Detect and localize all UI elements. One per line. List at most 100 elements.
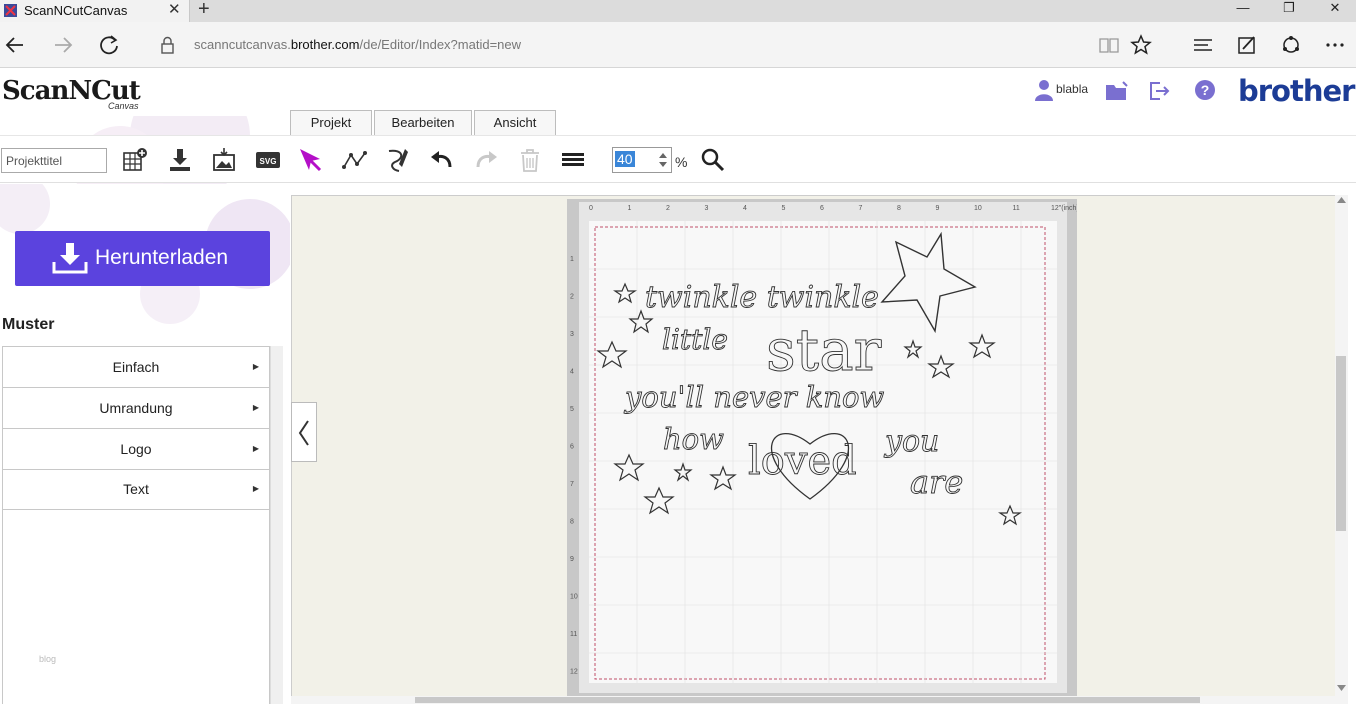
category-umrandung[interactable]: Umrandung ▶ — [3, 388, 269, 429]
ruler-left-label: 4 — [570, 369, 574, 376]
tab-title: ScanNCutCanvas — [24, 3, 128, 18]
caret-right-icon: ▶ — [252, 362, 259, 371]
vertical-scroll-thumb[interactable] — [1336, 356, 1346, 531]
ruler-left-label: 8 — [570, 519, 574, 526]
ruler-top-label: 7 — [859, 205, 863, 212]
tab-bearbeiten[interactable]: Bearbeiten — [374, 110, 472, 135]
ruler-top-label: 2 — [666, 205, 670, 212]
help-icon[interactable]: ? — [1194, 79, 1216, 101]
text-twinkle: twinkle twinkle — [645, 280, 879, 315]
category-label: Text — [123, 481, 149, 497]
tab-ansicht[interactable]: Ansicht — [474, 110, 556, 135]
restore-icon[interactable]: ❐ — [1266, 0, 1312, 22]
forward-icon[interactable] — [50, 32, 76, 58]
pattern-category-list: Einfach ▶ Umrandung ▶ Logo ▶ Text ▶ — [2, 346, 270, 704]
caret-right-icon: ▶ — [252, 444, 259, 453]
ruler-left-label: 11 — [570, 631, 577, 638]
ruler-left-label: 12 — [570, 669, 578, 676]
download-icon — [52, 243, 88, 274]
text-are: are — [910, 463, 963, 501]
new-grid-add-icon[interactable] — [121, 146, 149, 174]
text-never-know: you'll never know — [623, 380, 884, 414]
project-title-input[interactable] — [1, 148, 107, 173]
minimize-icon[interactable]: — — [1220, 0, 1266, 22]
svg-import-icon[interactable]: SVG — [254, 146, 282, 174]
caret-right-icon: ▶ — [252, 403, 259, 412]
download-button[interactable]: Herunterladen — [15, 231, 270, 286]
ruler-top-label: 10 — [974, 205, 982, 212]
category-label: Einfach — [112, 359, 160, 375]
lock-icon — [161, 36, 174, 54]
text-how: how — [663, 422, 724, 456]
node-edit-icon[interactable] — [341, 146, 369, 174]
share-icon[interactable] — [1278, 32, 1304, 58]
zoom-stepper[interactable]: 40 — [612, 147, 672, 173]
zoom-percent-label: % — [675, 154, 688, 170]
chevron-left-icon — [298, 420, 309, 446]
pattern-sidebar: Herunterladen Muster Einfach ▶ Umrandung… — [0, 184, 290, 704]
muster-section-title: Muster — [2, 316, 55, 333]
sidebar-scrollbar[interactable] — [270, 346, 283, 704]
refresh-icon[interactable] — [96, 32, 122, 58]
ruler-top-label: 6 — [820, 205, 824, 212]
zoom-spin-icon[interactable] — [657, 150, 669, 170]
browser-tab[interactable]: ScanNCutCanvas ✕ — [0, 0, 190, 22]
site-favicon-icon — [4, 4, 17, 17]
category-logo[interactable]: Logo ▶ — [3, 429, 269, 470]
favorite-star-icon[interactable] — [1128, 32, 1154, 58]
ruler-left-label: 7 — [570, 481, 574, 488]
ruler-top-label: 8 — [897, 205, 901, 212]
category-label: Logo — [120, 441, 152, 457]
ruler-top-label: 11 — [1013, 205, 1020, 212]
window-close-icon[interactable]: ✕ — [1312, 0, 1356, 22]
web-note-icon[interactable] — [1234, 32, 1260, 58]
ruler-top-label: 9 — [936, 205, 940, 212]
import-image-icon[interactable] — [210, 146, 238, 174]
username-label[interactable]: blabla — [1056, 82, 1088, 96]
svg-text:?: ? — [1201, 82, 1210, 98]
hub-menu-icon[interactable] — [1190, 32, 1216, 58]
scroll-up-icon[interactable] — [1337, 197, 1346, 203]
save-download-icon[interactable] — [166, 146, 194, 174]
canvas-workspace[interactable]: 0 1 2 3 4 5 6 7 8 9 10 11 12"(inch) 1 2 3 4 5 6 7 8 9 10 11 12 — [291, 195, 1335, 704]
logout-icon[interactable] — [1148, 80, 1170, 102]
app-header: ScanNCut Canvas Projekt Bearbeiten Ansic… — [0, 68, 1356, 266]
zoom-search-icon[interactable] — [699, 146, 727, 174]
text-little: little — [662, 323, 728, 356]
tab-close-icon[interactable]: ✕ — [168, 0, 181, 18]
address-field[interactable]: scanncutcanvas.brother.com/de/Editor/Ind… — [194, 37, 521, 52]
cutting-mat[interactable]: 0 1 2 3 4 5 6 7 8 9 10 11 12"(inch) 123456789101112 — [567, 199, 1077, 699]
ruler-left-label: 2 — [570, 294, 574, 301]
draw-curve-icon[interactable] — [385, 146, 413, 174]
tab-projekt[interactable]: Projekt — [290, 110, 372, 135]
category-einfach[interactable]: Einfach ▶ — [3, 347, 269, 388]
svg-text:SVG: SVG — [260, 157, 277, 166]
ruler-left-label: 3 — [570, 331, 574, 338]
text-star: star — [766, 316, 882, 384]
more-options-icon[interactable] — [1322, 32, 1348, 58]
zoom-value[interactable]: 40 — [615, 151, 635, 167]
ruler-top-label: 0 — [589, 205, 593, 212]
reading-view-icon[interactable] — [1096, 32, 1122, 58]
text-you: you — [883, 424, 939, 459]
back-icon[interactable] — [2, 32, 28, 58]
layers-list-icon[interactable] — [559, 146, 587, 174]
address-bar-row: scanncutcanvas.brother.com/de/Editor/Ind… — [0, 22, 1356, 68]
ruler-left-label: 5 — [570, 406, 574, 413]
user-icon[interactable] — [1033, 79, 1055, 101]
undo-icon[interactable] — [428, 146, 456, 174]
scroll-down-icon[interactable] — [1337, 685, 1346, 691]
horizontal-scroll-thumb[interactable] — [415, 697, 1200, 703]
brother-brand-logo[interactable]: brother — [1238, 74, 1355, 108]
category-label: Umrandung — [99, 400, 173, 416]
open-folder-icon[interactable] — [1105, 80, 1129, 102]
text-loved: loved — [748, 438, 857, 484]
watermark-text: blog — [39, 654, 57, 664]
ruler-top-label: 12"(inch) — [1051, 205, 1077, 212]
logo-subtitle: Canvas — [108, 101, 139, 111]
collapse-sidebar-button[interactable] — [291, 402, 317, 462]
new-tab-icon[interactable]: + — [198, 0, 210, 21]
category-text[interactable]: Text ▶ — [3, 469, 269, 510]
ruler-top-label: 5 — [782, 205, 786, 212]
select-arrow-icon[interactable] — [297, 146, 325, 174]
